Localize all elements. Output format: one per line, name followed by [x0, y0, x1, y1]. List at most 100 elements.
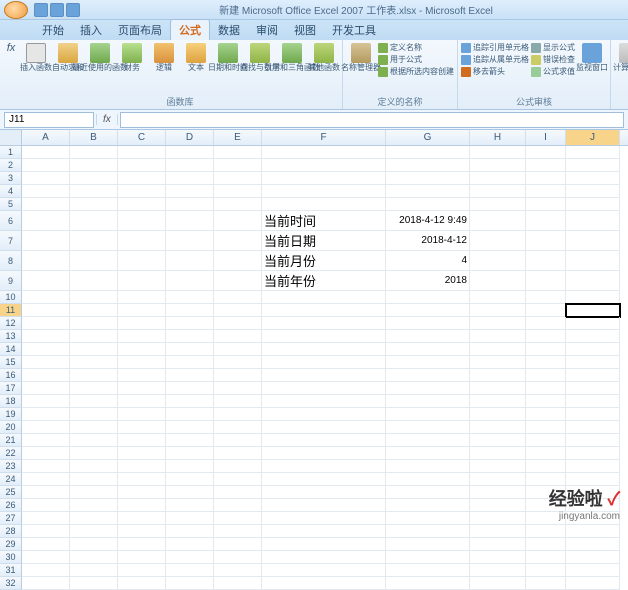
- name-manager-button[interactable]: 名称管理器: [346, 42, 376, 73]
- cell[interactable]: [22, 473, 70, 486]
- row-header[interactable]: 18: [0, 395, 22, 408]
- cell[interactable]: [262, 499, 386, 512]
- cell[interactable]: [526, 317, 566, 330]
- cell[interactable]: [166, 211, 214, 231]
- cell[interactable]: [118, 525, 166, 538]
- cell[interactable]: [118, 499, 166, 512]
- cell[interactable]: [386, 447, 470, 460]
- cell[interactable]: [70, 499, 118, 512]
- column-header-I[interactable]: I: [526, 130, 566, 145]
- cell[interactable]: [566, 231, 620, 251]
- cell[interactable]: [70, 460, 118, 473]
- cell[interactable]: [22, 304, 70, 317]
- cell[interactable]: [214, 473, 262, 486]
- cell[interactable]: [166, 421, 214, 434]
- cell[interactable]: [262, 473, 386, 486]
- cell[interactable]: [386, 525, 470, 538]
- row-header[interactable]: 2: [0, 159, 22, 172]
- cell[interactable]: [166, 460, 214, 473]
- cell[interactable]: [262, 512, 386, 525]
- cell[interactable]: [166, 356, 214, 369]
- cell[interactable]: [70, 330, 118, 343]
- cell[interactable]: [214, 198, 262, 211]
- cell[interactable]: [262, 447, 386, 460]
- column-header-E[interactable]: E: [214, 130, 262, 145]
- row-header[interactable]: 27: [0, 512, 22, 525]
- cell[interactable]: [566, 447, 620, 460]
- cell[interactable]: [214, 538, 262, 551]
- row-header[interactable]: 24: [0, 473, 22, 486]
- cell[interactable]: [118, 369, 166, 382]
- cell[interactable]: [22, 525, 70, 538]
- cell[interactable]: [262, 538, 386, 551]
- row-header[interactable]: 32: [0, 577, 22, 590]
- cell[interactable]: [470, 172, 526, 185]
- cell[interactable]: [70, 434, 118, 447]
- cell[interactable]: [70, 564, 118, 577]
- cell[interactable]: [166, 271, 214, 291]
- cell[interactable]: [22, 291, 70, 304]
- cell[interactable]: [22, 271, 70, 291]
- recent-functions-button[interactable]: 最近使用的函数: [85, 42, 115, 73]
- cell[interactable]: [262, 356, 386, 369]
- cell[interactable]: [70, 577, 118, 590]
- cell[interactable]: [566, 564, 620, 577]
- cell[interactable]: [386, 356, 470, 369]
- cell[interactable]: [70, 525, 118, 538]
- cell[interactable]: [470, 538, 526, 551]
- cell[interactable]: [22, 211, 70, 231]
- cell-label[interactable]: 当前年份: [262, 271, 386, 291]
- cell[interactable]: [214, 525, 262, 538]
- cell[interactable]: [22, 499, 70, 512]
- cell[interactable]: [214, 330, 262, 343]
- cell[interactable]: [526, 172, 566, 185]
- column-header-B[interactable]: B: [70, 130, 118, 145]
- cell[interactable]: [70, 408, 118, 421]
- cell[interactable]: [470, 551, 526, 564]
- cell[interactable]: [470, 356, 526, 369]
- cell[interactable]: [566, 271, 620, 291]
- cell[interactable]: [166, 447, 214, 460]
- cell[interactable]: [214, 577, 262, 590]
- tab-view[interactable]: 视图: [286, 20, 324, 40]
- cell[interactable]: [166, 473, 214, 486]
- cell[interactable]: [386, 291, 470, 304]
- cell[interactable]: [214, 382, 262, 395]
- cell[interactable]: [470, 564, 526, 577]
- cell[interactable]: [470, 577, 526, 590]
- cell[interactable]: [70, 486, 118, 499]
- cell[interactable]: [214, 551, 262, 564]
- cell[interactable]: [262, 343, 386, 356]
- cell[interactable]: [70, 538, 118, 551]
- cell[interactable]: [566, 185, 620, 198]
- use-in-formula-button[interactable]: 用于公式: [378, 54, 454, 65]
- cell[interactable]: [166, 499, 214, 512]
- cell[interactable]: [70, 512, 118, 525]
- cell[interactable]: [386, 185, 470, 198]
- cell[interactable]: [166, 291, 214, 304]
- cell[interactable]: [22, 198, 70, 211]
- cell[interactable]: [470, 304, 526, 317]
- cell[interactable]: [214, 211, 262, 231]
- cell[interactable]: [214, 251, 262, 271]
- cell[interactable]: [526, 185, 566, 198]
- row-header[interactable]: 9: [0, 271, 22, 291]
- cell[interactable]: [526, 369, 566, 382]
- cell[interactable]: [566, 538, 620, 551]
- cell[interactable]: [70, 271, 118, 291]
- qat-save-icon[interactable]: [34, 3, 48, 17]
- cell[interactable]: [70, 304, 118, 317]
- cell[interactable]: [526, 146, 566, 159]
- cell-label[interactable]: 当前日期: [262, 231, 386, 251]
- cell[interactable]: [386, 460, 470, 473]
- error-check-button[interactable]: 错误检查: [531, 54, 575, 65]
- column-header-G[interactable]: G: [386, 130, 470, 145]
- cell[interactable]: [166, 343, 214, 356]
- cell[interactable]: [566, 356, 620, 369]
- cell[interactable]: [262, 304, 386, 317]
- show-formulas-button[interactable]: 显示公式: [531, 42, 575, 53]
- cell[interactable]: [386, 172, 470, 185]
- cell[interactable]: [566, 198, 620, 211]
- cell[interactable]: [262, 159, 386, 172]
- cell[interactable]: [470, 421, 526, 434]
